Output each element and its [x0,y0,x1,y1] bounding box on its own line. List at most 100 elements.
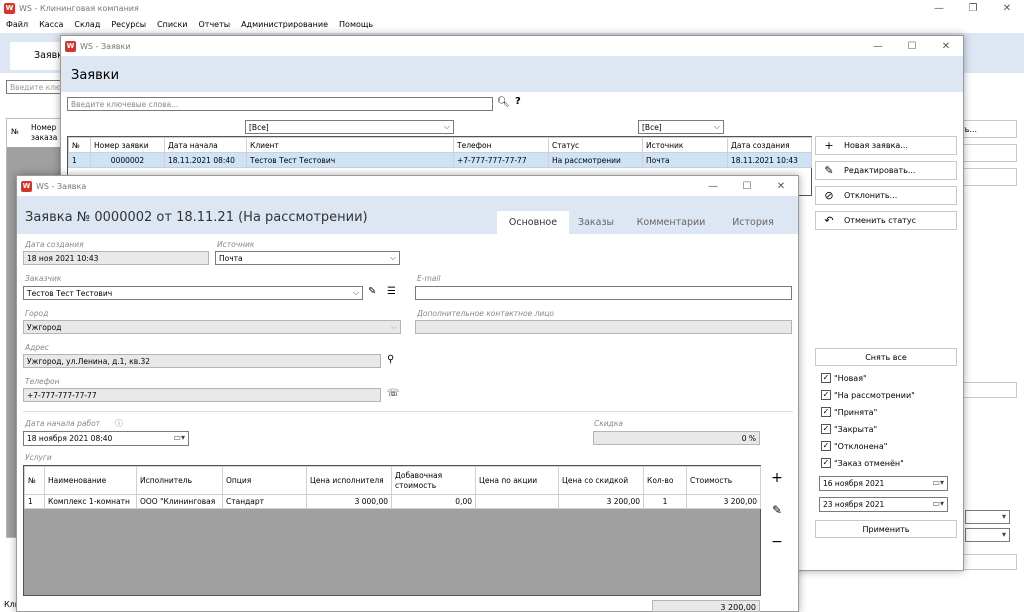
date-from-picker[interactable]: 16 ноября 2021 ▭▾ [819,476,948,491]
requests-titlebar: W WS - Заявки — ☐ ✕ [61,36,963,56]
main-right-date-1[interactable]: ▾ [965,510,1010,524]
new-request-button[interactable]: + Новая заявка... [815,136,957,155]
column-header[interactable]: Цена исполнителя [306,466,392,495]
close-icon[interactable]: ✕ [764,181,798,192]
main-search-input[interactable]: Введите ключ [6,80,66,94]
column-header[interactable]: Стоимость [686,466,761,495]
menu-item[interactable]: Помощь [339,20,373,29]
table-cell: Тестов Тест Тестович [246,152,454,168]
action-label: Редактировать... [844,166,916,175]
maximize-icon[interactable]: ☐ [730,181,764,192]
status-filter-checkbox[interactable]: ✓ "Отклонена" [821,441,887,451]
tab-comments[interactable]: Комментарии [627,211,715,234]
column-header[interactable]: Дата начала [164,137,247,153]
created-field: 18 ноя 2021 10:43 [23,251,209,265]
status-filter-checkbox[interactable]: ✓ "Принята" [821,407,877,417]
customer-select[interactable]: Тестов Тест Тестович ⌵ [23,286,363,300]
main-right-apply[interactable] [955,554,1017,570]
status-label: "Закрыта" [834,424,878,434]
tab-orders[interactable]: Заказы [570,211,622,234]
minimize-icon[interactable]: — [861,41,895,52]
menu-item[interactable]: Склад [74,20,100,29]
edit-customer-icon[interactable]: ✎ [368,286,376,297]
client-filter-select[interactable]: [Все] ⌵ [245,120,454,134]
source-label: Источник [217,240,255,249]
clear-all-button[interactable]: Снять все [815,348,957,366]
column-header[interactable]: № [68,137,91,153]
cancel-status-button[interactable]: ↶ Отменить статус [815,211,957,230]
requests-search-input[interactable]: Введите ключевые слова... [67,97,493,111]
help-icon[interactable]: ? [515,96,521,107]
checkbox-checked-icon: ✓ [821,424,831,434]
requests-header: Заявки [61,56,963,92]
tab-main[interactable]: Основное [497,211,569,234]
column-header[interactable]: Кол-во [643,466,687,495]
column-header[interactable]: № [24,466,45,495]
call-icon[interactable]: ☏ [387,388,400,399]
maximize-icon[interactable]: ☐ [895,41,929,52]
column-header[interactable]: Цена со скидкой [558,466,644,495]
status-filter-checkbox[interactable]: ✓ "Закрыта" [821,424,877,434]
column-header[interactable]: Наименование [44,466,137,495]
map-pin-icon[interactable]: ⚲ [387,354,394,365]
reject-request-button[interactable]: ⊘ Отклонить... [815,186,957,205]
close-icon[interactable]: ✕ [929,41,963,52]
list-customer-icon[interactable]: ☰ [387,286,396,297]
add-service-button[interactable]: + [765,466,789,490]
status-filter-checkbox[interactable]: ✓ "Заказ отменён" [821,458,904,468]
menu-item[interactable]: Файл [6,20,28,29]
requests-title: WS - Заявки [80,41,131,51]
status-label: "Отклонена" [834,441,888,451]
email-field[interactable] [415,286,792,300]
column-header[interactable]: Источник [642,137,728,153]
menu-item[interactable]: Списки [157,20,187,29]
services-header-row: № Наименование Исполнитель Опция Цена исполн… [24,466,761,495]
column-header[interactable]: Опция [222,466,307,495]
edit-service-button[interactable]: ✎ [765,498,789,522]
menu-item[interactable]: Касса [39,20,63,29]
minimize-icon[interactable]: — [696,181,730,192]
table-cell [475,494,559,509]
menu-item[interactable]: Ресурсы [111,20,146,29]
column-header[interactable]: Дата создания [727,137,812,153]
date-to-picker[interactable]: 23 ноября 2021 ▭▾ [819,497,948,512]
table-cell: 3 200,00 [558,494,644,509]
column-header[interactable]: Номер заявки [90,137,165,153]
request-titlebar: W WS - Заявка — ☐ ✕ [17,176,798,196]
column-header[interactable]: Статус [548,137,643,153]
search-icon[interactable]: 🔍︎ [497,97,510,108]
start-date-picker[interactable]: 18 ноября 2021 08:40 ▭▾ [23,431,189,446]
main-right-date-2[interactable]: ▾ [965,528,1010,542]
table-cell: Комплекс 1-комнатн [44,494,137,509]
menu-item[interactable]: Отчеты [198,20,230,29]
column-header[interactable]: Добавочная стоимость [391,466,476,495]
column-header[interactable]: Исполнитель [136,466,223,495]
restore-icon[interactable]: ❐ [956,3,990,14]
menu-item[interactable]: Администрирование [241,20,328,29]
source-select[interactable]: Почта ⌵ [215,251,400,265]
remove-service-button[interactable]: − [765,530,789,554]
table-row[interactable]: 1 0000002 18.11.2021 08:40 Тестов Тест Тест… [68,152,812,168]
main-right-field-3[interactable] [955,382,1017,398]
column-header[interactable]: Клиент [246,137,454,153]
status-filter-checkbox[interactable]: ✓ "Новая" [821,373,867,383]
close-icon[interactable]: ✕ [990,3,1024,14]
column-header[interactable]: Цена по акции [475,466,559,495]
requests-logo-icon: W [65,40,76,52]
main-right-field-2[interactable] [955,168,1017,186]
column-header[interactable]: Телефон [453,137,549,153]
table-row[interactable]: 1 Комплекс 1-комнатн ООО "Клининговая Станд… [24,494,761,509]
apply-button[interactable]: Применить [815,520,957,538]
main-col-no: № [11,127,19,136]
minimize-icon[interactable]: — [922,3,956,14]
source-filter-select[interactable]: [Все] ⌵ [638,120,724,134]
help-circle-icon[interactable]: ⓘ [115,418,123,429]
checkbox-checked-icon: ✓ [821,373,831,383]
main-right-button[interactable]: ть... [955,120,1017,138]
main-right-field-1[interactable] [955,144,1017,162]
tab-history[interactable]: История [723,211,783,234]
edit-request-button[interactable]: ✎ Редактировать... [815,161,957,180]
phone-field: +7-777-777-77-77 [23,388,381,402]
main-tab[interactable]: Заявк [10,42,65,70]
status-filter-checkbox[interactable]: ✓ "На рассмотрении" [821,390,915,400]
